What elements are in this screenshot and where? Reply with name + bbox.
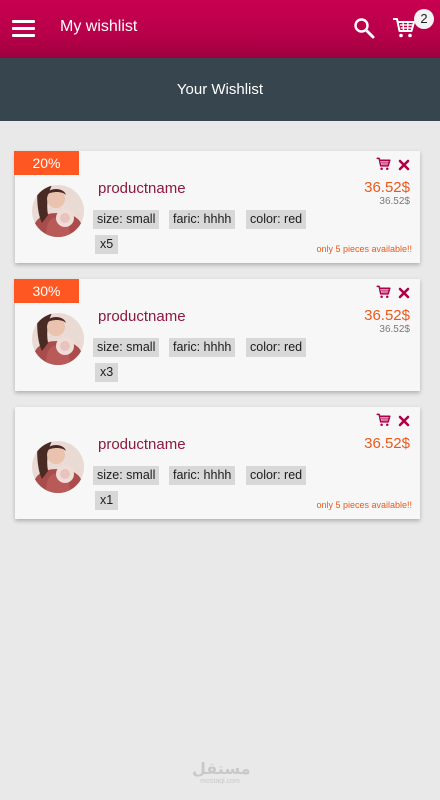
color-tag: color: red [246,466,307,485]
fabric-tag: faric: hhhh [169,210,236,229]
old-price: 36.52$ [379,324,410,335]
shopping-cart-icon[interactable] [392,16,416,40]
availability-note: only 5 pieces available!! [316,500,412,510]
size-tag: size: small [93,466,160,485]
wishlist-item[interactable]: productname 36.52$ size: small faric: hhhh c… [15,407,420,519]
fabric-tag: faric: hhhh [169,338,236,357]
search-icon[interactable] [352,16,376,40]
page-title: Your Wishlist [0,58,440,121]
app-bar: My wishlist 2 [0,0,440,58]
product-price: 36.52$ [364,179,410,196]
watermark: مستقل mostaql.com [192,761,251,786]
product-price: 36.52$ [364,435,410,452]
discount-badge: 20% [14,151,79,175]
product-price: 36.52$ [364,307,410,324]
app-title: My wishlist [60,18,138,35]
product-name[interactable]: productname [98,180,186,198]
wishlist-item[interactable]: 20% productname 36.52$ 36.52$ size: small far… [14,151,420,263]
wishlist-item[interactable]: 30% productname 36.52$ 36.52$ size: small far… [14,279,420,391]
remove-icon[interactable] [398,158,410,171]
remove-icon[interactable] [398,286,410,299]
product-image[interactable] [32,313,84,365]
discount-badge: 30% [14,279,79,303]
color-tag: color: red [246,338,307,357]
watermark-latin: mostaql.com [200,778,240,785]
color-tag: color: red [246,210,307,229]
old-price: 36.52$ [379,196,410,207]
quantity-tag: x1 [95,491,119,510]
add-to-cart-icon[interactable] [376,413,391,427]
quantity-tag: x3 [95,363,119,382]
availability-note: only 5 pieces available!! [316,244,412,254]
cart-count-badge: 2 [414,9,434,29]
quantity-tag: x5 [95,235,119,254]
size-tag: size: small [93,338,160,357]
product-image[interactable] [32,185,84,237]
product-name[interactable]: productname [98,308,186,326]
watermark-arabic: مستقل [192,761,251,778]
size-tag: size: small [93,210,160,229]
hamburger-menu-icon[interactable] [12,17,36,39]
product-image[interactable] [32,441,84,493]
add-to-cart-icon[interactable] [376,157,391,171]
remove-icon[interactable] [398,414,410,427]
add-to-cart-icon[interactable] [376,285,391,299]
fabric-tag: faric: hhhh [169,466,236,485]
product-name[interactable]: productname [98,436,186,454]
